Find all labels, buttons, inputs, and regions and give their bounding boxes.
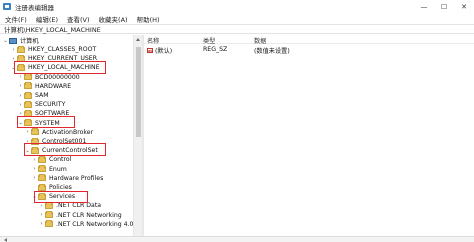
minimize-button[interactable]: —	[414, 0, 434, 13]
menu-help[interactable]: 帮助(H)	[137, 14, 160, 24]
tree-item-label: .NET CLR Networking	[56, 211, 122, 219]
address-bar[interactable]: 计算机\HKEY_LOCAL_MACHINE	[0, 24, 474, 34]
tree-item-net-clr-networking[interactable]: › .NET CLR Networking	[38, 211, 122, 220]
string-value-icon: ab	[147, 48, 153, 53]
folder-icon	[24, 91, 32, 99]
expand-chevron-icon[interactable]: ›	[38, 221, 45, 227]
highlight-box-currentcontrolset	[24, 143, 106, 156]
scroll-left-arrow-icon[interactable]	[4, 238, 7, 242]
menu-bar: 文件(F) 编辑(E) 查看(V) 收藏夹(A) 帮助(H)	[0, 13, 474, 24]
expand-chevron-icon[interactable]: ›	[38, 212, 45, 218]
tree-item-label: HKEY_CLASSES_ROOT	[28, 46, 97, 53]
expand-chevron-icon[interactable]: ›	[10, 47, 17, 53]
window-title: 注册表编辑器	[15, 3, 54, 12]
folder-icon	[38, 165, 46, 173]
tree-item-sam[interactable]: › SAM	[17, 91, 49, 100]
highlight-box-hklm	[14, 61, 106, 74]
tree-item-label: Policies	[49, 184, 72, 191]
window-controls: — ☐ ✕	[414, 0, 474, 13]
scroll-up-arrow-icon[interactable]	[136, 38, 140, 41]
expand-chevron-icon[interactable]: ›	[31, 175, 38, 181]
value-data: (数值未设置)	[254, 48, 290, 55]
tree-item-label: BCD00000000	[35, 73, 80, 81]
column-data-header[interactable]: 数据	[254, 36, 266, 45]
computer-icon	[9, 37, 17, 44]
folder-icon	[45, 211, 53, 219]
tree-item-computer[interactable]: ⌄ 计算机	[2, 36, 39, 45]
folder-icon	[31, 128, 39, 136]
value-name: (默认)	[155, 48, 173, 55]
tree-item-hkey-classes-root[interactable]: › HKEY_CLASSES_ROOT	[10, 45, 96, 54]
values-list-pane[interactable]: 名称 类型 数据 ab (默认) REG_SZ (数值未设置)	[144, 35, 474, 236]
value-type: REG_SZ	[203, 46, 228, 53]
folder-icon	[45, 220, 53, 228]
expand-chevron-icon[interactable]: ›	[31, 157, 38, 163]
tree-item-hardware[interactable]: › HARDWARE	[17, 82, 71, 91]
folder-icon	[38, 174, 46, 182]
tree-item-label: SECURITY	[35, 101, 66, 109]
expand-chevron-icon[interactable]: ›	[31, 166, 38, 172]
tree-vertical-scrollbar[interactable]	[133, 35, 142, 236]
highlight-box-services	[34, 191, 88, 203]
menu-edit[interactable]: 编辑(E)	[36, 14, 58, 24]
column-type-header[interactable]: 类型	[203, 36, 215, 45]
scroll-thumb[interactable]	[136, 47, 141, 137]
column-header: 名称 类型 数据	[144, 35, 474, 45]
tree-item-activationbroker[interactable]: › ActivationBroker	[24, 128, 93, 137]
tree-item-label: Control	[49, 156, 72, 164]
menu-file[interactable]: 文件(F)	[5, 14, 27, 24]
status-bar	[0, 236, 474, 242]
maximize-button[interactable]: ☐	[434, 0, 454, 13]
expand-chevron-icon[interactable]: ›	[24, 129, 31, 135]
column-name-header[interactable]: 名称	[147, 36, 159, 45]
tree-item-label: .NET CLR Networking 4.0.0	[56, 220, 140, 228]
folder-icon	[24, 100, 32, 108]
address-path[interactable]: 计算机\HKEY_LOCAL_MACHINE	[4, 24, 101, 34]
highlight-box-system	[17, 116, 75, 128]
collapse-chevron-icon[interactable]: ⌄	[2, 38, 9, 44]
tree-item-hardware-profiles[interactable]: › Hardware Profiles	[31, 174, 103, 183]
tree-item-net-clr-networking-4-0-0[interactable]: › .NET CLR Networking 4.0.0	[38, 220, 139, 229]
expand-chevron-icon[interactable]: ›	[17, 83, 24, 89]
expand-chevron-icon[interactable]: ›	[38, 203, 45, 209]
value-row[interactable]: ab (默认) REG_SZ (数值未设置)	[144, 45, 474, 55]
tree-item-security[interactable]: › SECURITY	[17, 100, 65, 109]
menu-view[interactable]: 查看(V)	[67, 14, 90, 24]
tree-item-label: Hardware Profiles	[49, 174, 104, 182]
expand-chevron-icon[interactable]: ›	[17, 74, 24, 80]
tree-item-control[interactable]: › Control	[31, 155, 71, 164]
tree-item-label: SAM	[35, 92, 49, 99]
tree-item-label: ActivationBroker	[42, 128, 94, 136]
folder-icon	[45, 201, 53, 209]
folder-icon	[38, 183, 46, 191]
tree-item-enum[interactable]: › Enum	[31, 165, 67, 174]
folder-icon	[24, 73, 32, 81]
expand-chevron-icon[interactable]: ›	[17, 102, 24, 108]
title-bar: 注册表编辑器 — ☐ ✕	[0, 0, 474, 13]
close-button[interactable]: ✕	[454, 0, 474, 13]
folder-icon	[38, 155, 46, 163]
tree-item-label: HARDWARE	[35, 82, 72, 90]
tree-item-label: .NET CLR Data	[56, 202, 102, 210]
folder-icon	[17, 45, 25, 53]
folder-icon	[24, 82, 32, 90]
menu-favorites[interactable]: 收藏夹(A)	[99, 14, 128, 24]
registry-editor-icon	[3, 3, 11, 10]
tree-item-label: Enum	[49, 165, 67, 173]
expand-chevron-icon[interactable]: ›	[17, 93, 24, 99]
tree-item-label: 计算机	[20, 38, 39, 45]
